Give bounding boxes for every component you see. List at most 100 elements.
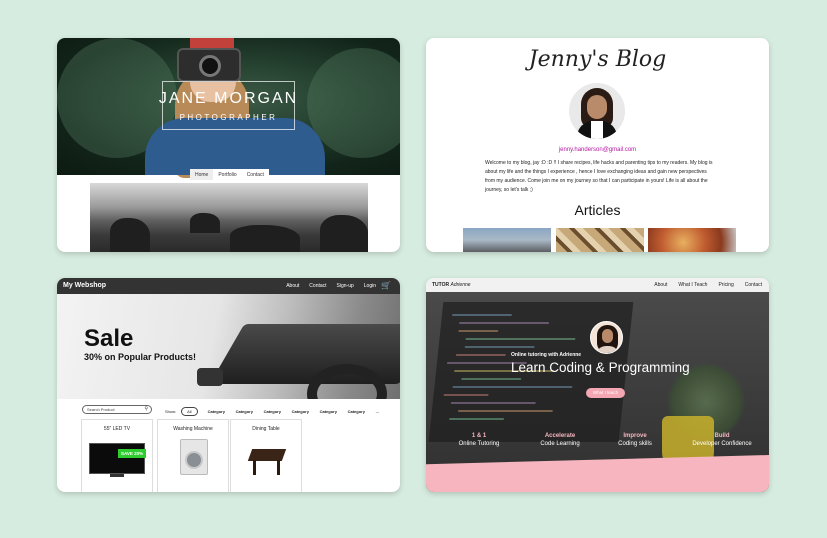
table-leg bbox=[253, 460, 256, 475]
filter-category[interactable]: Category bbox=[292, 409, 320, 414]
article-thumbnail[interactable] bbox=[463, 228, 551, 252]
tv-image bbox=[89, 443, 145, 474]
avatar-shirt bbox=[591, 121, 603, 139]
nav-contact[interactable]: Contact bbox=[309, 283, 326, 289]
feature-subtitle: Developer Confidence bbox=[692, 441, 752, 447]
cart-icon[interactable]: 🛒 bbox=[381, 281, 391, 290]
feature-title: Improve bbox=[623, 433, 647, 439]
rock bbox=[190, 213, 220, 233]
filter-show-label: Show: bbox=[165, 409, 177, 414]
tv-stand bbox=[110, 474, 124, 477]
feature-item: Improve Coding skills bbox=[590, 433, 680, 447]
jane-morgan-template-card[interactable]: JANE MORGAN PHOTOGRAPHER Home Portfolio … bbox=[57, 38, 400, 252]
feature-item: 1 & 1 Online Tutoring bbox=[434, 433, 524, 447]
filter-category[interactable]: Category bbox=[320, 409, 348, 414]
blog-title: Jenny's Blog bbox=[528, 47, 667, 72]
filter-category[interactable]: Category bbox=[236, 409, 264, 414]
shop-brand[interactable]: My Webshop bbox=[63, 282, 106, 289]
product-name: Washing Machine bbox=[173, 426, 213, 432]
rock bbox=[320, 215, 368, 252]
nav-portfolio[interactable]: Portfolio bbox=[213, 169, 241, 180]
category-filter: Show: All Category Category Category Cat… bbox=[165, 407, 400, 416]
nav-home[interactable]: Home bbox=[190, 169, 214, 180]
camera-icon bbox=[177, 48, 241, 82]
tutor-kicker: Online tutoring with Adrienne bbox=[511, 352, 582, 358]
search-placeholder: Search Product bbox=[87, 407, 115, 412]
filter-category[interactable]: Category bbox=[348, 409, 376, 414]
email-link[interactable]: jenny.handerson@gmail.com bbox=[426, 147, 769, 153]
nav-contact[interactable]: Contact bbox=[745, 282, 762, 288]
code-line bbox=[443, 394, 489, 396]
code-line bbox=[450, 402, 536, 404]
filter-all-button[interactable]: All bbox=[181, 407, 198, 416]
blog-intro: Welcome to my blog, jay :D :D !! I share… bbox=[485, 160, 713, 193]
nav-signup[interactable]: Sign-up bbox=[337, 283, 354, 289]
nav-what-i-teach[interactable]: What I Teach bbox=[678, 282, 707, 288]
code-line bbox=[457, 410, 554, 412]
code-line bbox=[455, 354, 506, 356]
jane-nav: Home Portfolio Contact bbox=[190, 169, 269, 180]
filter-category[interactable]: Category bbox=[208, 409, 236, 414]
sale-title: Sale bbox=[84, 325, 134, 352]
sale-subtitle: 30% on Popular Products! bbox=[84, 352, 197, 362]
product-name: Dining Table bbox=[252, 426, 280, 432]
washing-machine-image bbox=[180, 439, 208, 475]
articles-heading: Articles bbox=[574, 202, 621, 218]
feature-title: Build bbox=[714, 433, 730, 439]
feature-subtitle: Coding skills bbox=[618, 441, 652, 447]
feature-subtitle: Online Tutoring bbox=[458, 441, 500, 447]
tutor-template-card[interactable]: TUTOR Adrienne About What I Teach Pricin… bbox=[426, 278, 769, 492]
nav-contact[interactable]: Contact bbox=[242, 169, 269, 180]
jane-hero-image: JANE MORGAN PHOTOGRAPHER bbox=[57, 38, 400, 178]
nav-pricing[interactable]: Pricing bbox=[718, 282, 733, 288]
code-line bbox=[458, 330, 499, 332]
tutor-nav: About What I Teach Pricing Contact bbox=[654, 282, 762, 288]
shop-header: My Webshop About Contact Sign-up Login 🛒 bbox=[57, 278, 400, 294]
code-line bbox=[461, 378, 522, 380]
code-line bbox=[459, 322, 550, 324]
article-thumbnail[interactable] bbox=[556, 228, 644, 252]
webshop-template-card[interactable]: My Webshop About Contact Sign-up Login 🛒… bbox=[57, 278, 400, 492]
filter-more[interactable]: ... bbox=[376, 409, 400, 414]
code-line bbox=[464, 346, 535, 348]
code-line bbox=[452, 386, 573, 388]
product-card[interactable]: 55" LED TV SAVE 20% bbox=[81, 419, 153, 492]
code-line bbox=[465, 338, 576, 340]
watch-image bbox=[197, 368, 223, 386]
pink-footer-band bbox=[426, 455, 769, 492]
avatar bbox=[590, 321, 623, 354]
jane-seascape-photo bbox=[90, 183, 368, 252]
tutor-hero: Online tutoring with Adrienne Learn Codi… bbox=[426, 292, 769, 492]
jenny-blog-template-card[interactable]: Jenny's Blog jenny.handerson@gmail.com W… bbox=[426, 38, 769, 252]
tutor-header: TUTOR Adrienne About What I Teach Pricin… bbox=[426, 278, 769, 292]
search-icon[interactable]: ⚲ bbox=[144, 406, 148, 412]
search-input[interactable]: Search Product ⚲ bbox=[82, 405, 152, 414]
jane-name: JANE MORGAN bbox=[158, 90, 299, 107]
what-i-teach-button[interactable]: What I teach bbox=[586, 388, 625, 398]
nav-about[interactable]: About bbox=[654, 282, 667, 288]
nav-about[interactable]: About bbox=[286, 283, 299, 289]
avatar-face bbox=[587, 95, 607, 119]
nav-login[interactable]: Login bbox=[364, 283, 376, 289]
avatar-face bbox=[602, 329, 613, 343]
feature-item: Build Developer Confidence bbox=[677, 433, 767, 447]
feature-title: 1 & 1 bbox=[471, 433, 487, 439]
code-line bbox=[448, 418, 505, 420]
camera-lens bbox=[199, 55, 221, 77]
tutor-title: Learn Coding & Programming bbox=[511, 360, 690, 375]
table-leg bbox=[277, 460, 280, 475]
rock bbox=[110, 218, 150, 252]
article-thumbnail[interactable] bbox=[648, 228, 736, 252]
shop-nav: About Contact Sign-up Login bbox=[286, 283, 376, 289]
tutor-brand[interactable]: TUTOR Adrienne bbox=[432, 282, 471, 288]
product-card[interactable]: Washing Machine bbox=[157, 419, 229, 492]
rock bbox=[230, 225, 300, 252]
discount-badge: SAVE 20% bbox=[118, 449, 147, 458]
brand-bold: TUTOR bbox=[432, 282, 450, 288]
avatar bbox=[569, 83, 625, 139]
jane-subtitle: PHOTOGRAPHER bbox=[179, 113, 278, 122]
filter-category[interactable]: Category bbox=[264, 409, 292, 414]
product-card[interactable]: Dining Table bbox=[230, 419, 302, 492]
washer-door bbox=[185, 451, 203, 469]
sale-banner: Sale 30% on Popular Products! bbox=[57, 294, 400, 399]
